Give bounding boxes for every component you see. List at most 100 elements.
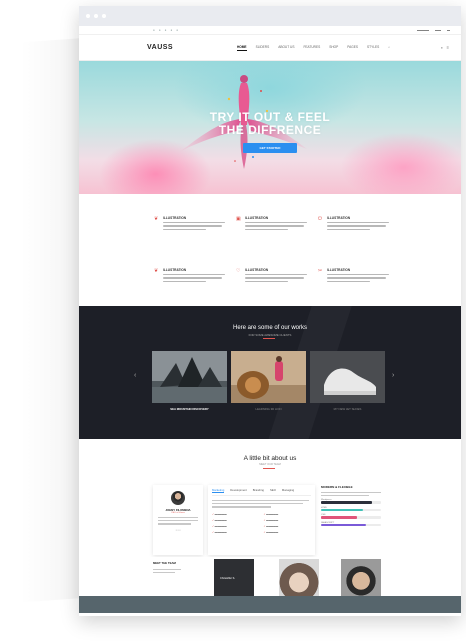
window-chrome bbox=[79, 6, 461, 26]
chevron-left-icon[interactable]: ‹ bbox=[134, 372, 136, 379]
nav-item-home[interactable]: HOME bbox=[237, 45, 247, 51]
check-item: ▬▬▬▬▬ bbox=[264, 519, 312, 522]
feature-body: ILLUSTRATION bbox=[327, 216, 389, 254]
login-link[interactable]: ▬ bbox=[447, 28, 450, 32]
feature-text-line bbox=[327, 222, 389, 224]
tab-seo[interactable]: SEO bbox=[270, 488, 276, 493]
feature-text-line bbox=[245, 222, 307, 224]
cart-link[interactable]: ▬▬ bbox=[435, 28, 441, 32]
works-title: Here are some of our works bbox=[232, 325, 308, 331]
divider bbox=[263, 468, 275, 469]
feature-item: ❦ ILLUSTRATION bbox=[154, 268, 236, 306]
cart-icon[interactable]: ▪ bbox=[441, 45, 442, 50]
tab-branding[interactable]: Branding bbox=[253, 488, 264, 493]
profile-text-line bbox=[158, 517, 198, 519]
skill-bar bbox=[321, 501, 381, 504]
check-item: ▬▬▬▬▬ bbox=[264, 513, 312, 516]
site-logo[interactable]: VAUSS bbox=[147, 44, 237, 51]
skills-title: MODERN & FLEXIBLE bbox=[321, 485, 353, 489]
features-grid: ❦ ILLUSTRATION ▣ ILLUSTRATION ⏻ ILLUSTRA… bbox=[79, 194, 461, 306]
feature-title: ILLUSTRATION bbox=[327, 268, 351, 272]
nav-item-styles[interactable]: STYLES bbox=[367, 45, 379, 51]
get-started-button[interactable]: GET STARTED bbox=[243, 143, 297, 153]
skill-bar-fill bbox=[321, 516, 357, 519]
nav-menu: HOME SLIDERS ABOUT US FEATURES SHOP PAGE… bbox=[237, 45, 390, 51]
profile-text-line bbox=[158, 520, 198, 522]
tab-managing[interactable]: Managing bbox=[282, 488, 294, 493]
skill-bar bbox=[321, 523, 381, 526]
nav-icons: ▪ ≡ bbox=[441, 45, 449, 50]
hero-title-line-2: THE DIFFRENCE bbox=[218, 123, 322, 137]
profile-social-icons[interactable]: ▪ ▪ ▪ bbox=[153, 528, 203, 532]
feature-text-line bbox=[163, 225, 222, 227]
profile-text-line bbox=[158, 523, 191, 525]
menu-icon[interactable]: ≡ bbox=[447, 45, 449, 50]
nav-item-features[interactable]: FEATURES bbox=[303, 45, 320, 51]
box-icon: ▣ bbox=[236, 216, 241, 222]
work-card-shoes[interactable] bbox=[310, 351, 385, 403]
tab-text-line bbox=[212, 506, 272, 508]
main-nav: VAUSS HOME SLIDERS ABOUT US FEATURES SHO… bbox=[79, 35, 461, 61]
facebook-icon[interactable]: ● bbox=[159, 28, 161, 32]
feature-title: ILLUSTRATION bbox=[245, 216, 269, 220]
nav-item-shop[interactable]: SHOP bbox=[329, 45, 338, 51]
window-dot[interactable] bbox=[102, 14, 106, 18]
check-item: ▬▬▬▬▬ bbox=[264, 531, 312, 534]
feature-text-line bbox=[163, 228, 207, 231]
tab-marketing[interactable]: Marketing bbox=[212, 488, 225, 493]
feature-body: ILLUSTRATION bbox=[327, 268, 389, 306]
feature-text-line bbox=[245, 228, 289, 231]
google-icon[interactable]: ● bbox=[165, 28, 167, 32]
twitter-icon[interactable]: ● bbox=[153, 28, 155, 32]
skill-bar bbox=[321, 508, 381, 512]
skill-bar-fill bbox=[321, 523, 366, 526]
feature-item: ❦ ILLUSTRATION bbox=[154, 216, 236, 254]
feature-body: ILLUSTRATION bbox=[245, 216, 307, 254]
nav-item-about[interactable]: ABOUT US bbox=[278, 45, 294, 51]
tab-development[interactable]: Development bbox=[230, 488, 246, 493]
work-caption: LEARNING 3D LION bbox=[255, 407, 282, 411]
window-dot[interactable] bbox=[86, 14, 90, 18]
skills-panel: MODERN & FLEXIBLE Wordpress HTML CSS JAV… bbox=[321, 485, 381, 555]
about-section: A little bit about us MEET OUR TEAM JOHN… bbox=[79, 439, 461, 557]
footer-band bbox=[79, 596, 461, 613]
feature-body: ILLUSTRATION bbox=[245, 268, 307, 306]
feature-text-line bbox=[163, 280, 207, 283]
feature-body: ILLUSTRATION bbox=[163, 216, 225, 254]
linkedin-icon[interactable]: ● bbox=[170, 28, 172, 32]
team-section: MEET THE TEAM Christoffer S. bbox=[79, 557, 461, 613]
feature-item: ♡ ILLUSTRATION bbox=[236, 268, 318, 306]
work-card-mountain[interactable] bbox=[152, 351, 227, 403]
works-section: Here are some of our works FOR SOME AWES… bbox=[79, 306, 461, 439]
skills-text-line bbox=[321, 495, 369, 497]
divider bbox=[263, 338, 275, 339]
chevron-right-icon[interactable]: › bbox=[392, 372, 394, 379]
search-icon[interactable]: ⌕ bbox=[388, 45, 390, 51]
tab-bar: Marketing Development Branding SEO Manag… bbox=[212, 488, 311, 496]
nav-item-pages[interactable]: PAGES bbox=[347, 45, 358, 51]
feature-text-line bbox=[245, 225, 304, 227]
hero-banner: TRY IT OUT & FEEL THE DIFFRENCE GET STAR… bbox=[79, 61, 461, 194]
work-card-lion[interactable] bbox=[231, 351, 306, 403]
feature-text-line bbox=[327, 225, 386, 227]
check-item: ▬▬▬▬▬ bbox=[212, 513, 260, 516]
top-bar: ● ● ● ● ● ▬▬▬▬ ▬▬ ▬ bbox=[79, 26, 461, 35]
feature-title: ILLUSTRATION bbox=[163, 268, 187, 272]
nav-item-sliders[interactable]: SLIDERS bbox=[256, 45, 270, 51]
email-link[interactable]: ▬▬▬▬ bbox=[417, 28, 429, 32]
feature-text-line bbox=[327, 274, 389, 276]
about-subtitle: MEET OUR TEAM bbox=[259, 463, 281, 466]
tab-text-line bbox=[212, 503, 304, 505]
tabs-card: Marketing Development Branding SEO Manag… bbox=[208, 485, 315, 555]
rss-icon[interactable]: ● bbox=[176, 28, 178, 32]
profile-role: CEO of Vauss bbox=[171, 512, 185, 514]
check-item: ▬▬▬▬▬ bbox=[212, 519, 260, 522]
work-caption: SEA MOUNTAIN DISCOVERY bbox=[170, 407, 209, 411]
feature-text-line bbox=[327, 228, 371, 231]
window-dot[interactable] bbox=[94, 14, 98, 18]
feature-text-line bbox=[327, 280, 371, 283]
skill-bar bbox=[321, 516, 381, 519]
leaf-icon: ❦ bbox=[154, 216, 159, 222]
check-item: ▬▬▬▬▬ bbox=[264, 525, 312, 528]
power-icon: ⏻ bbox=[318, 216, 322, 222]
